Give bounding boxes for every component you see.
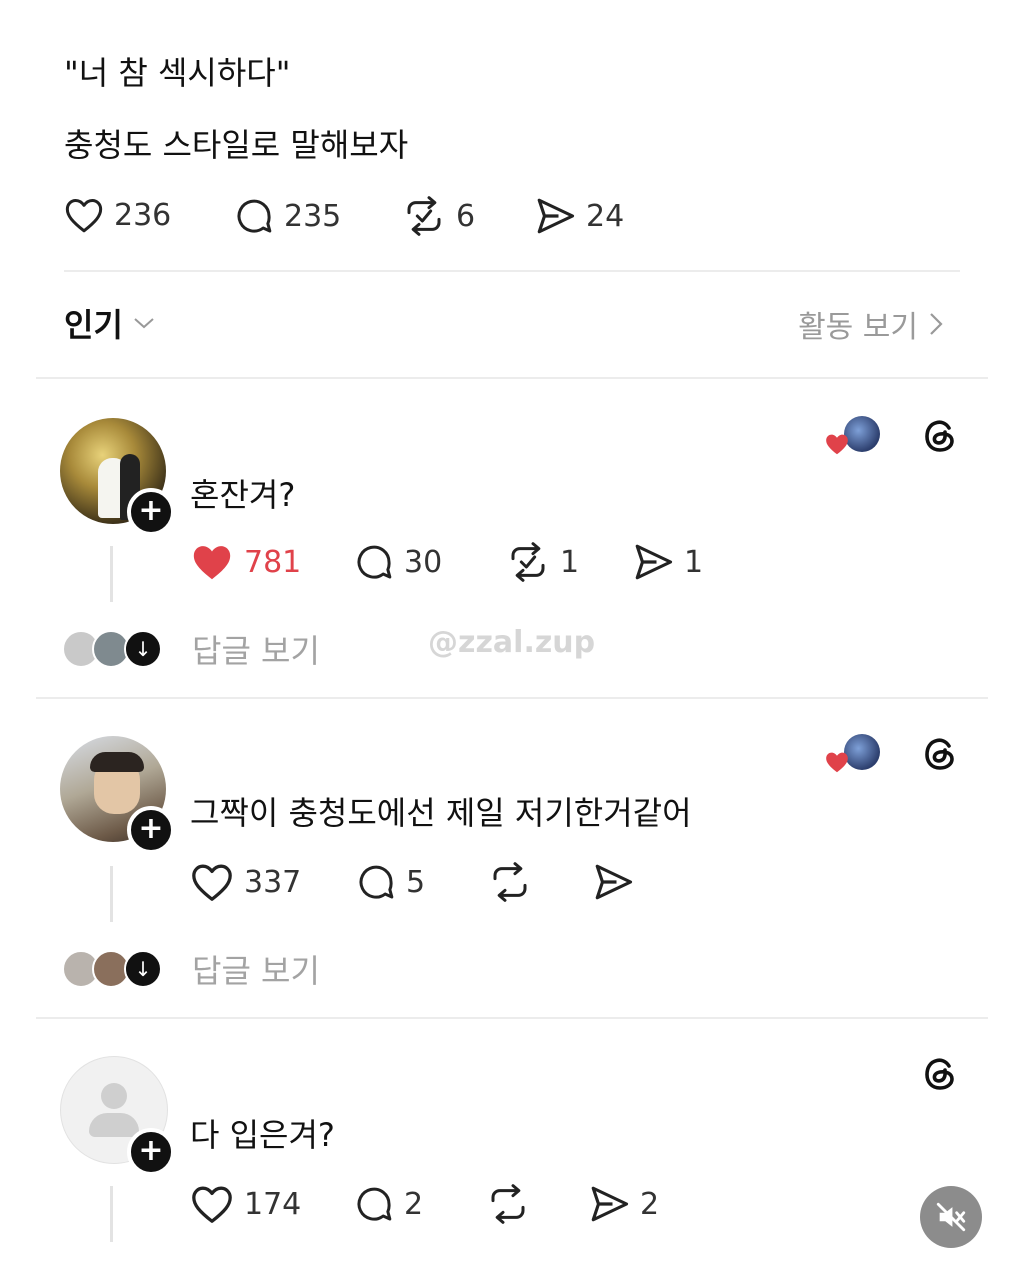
post-like-count: 236: [114, 197, 172, 233]
repost-icon: [407, 196, 441, 236]
threads-icon[interactable]: [920, 1054, 960, 1094]
comment-2-view-replies[interactable]: 답글 보기: [192, 946, 320, 992]
comment-2-reply-button[interactable]: 5: [356, 862, 425, 902]
comment-1-text: 혼잔겨?: [190, 476, 296, 514]
expand-replies-icon[interactable]: ↓: [124, 630, 162, 668]
comment-1-view-replies[interactable]: 답글 보기: [192, 626, 320, 672]
comment-1-reply-button[interactable]: 30: [354, 542, 442, 582]
post-repost-button[interactable]: 6: [402, 196, 475, 236]
comment-1-like-count: 781: [244, 544, 302, 580]
comment-icon: [237, 199, 272, 233]
comment-2-like-button[interactable]: 337: [190, 862, 301, 902]
thread-line: [110, 546, 113, 602]
mute-button[interactable]: [920, 1186, 982, 1248]
comment-1-share-button[interactable]: 1: [632, 542, 703, 582]
comment-icon: [357, 1187, 392, 1221]
post-reply-button[interactable]: 235: [234, 196, 341, 236]
avatar-body: [89, 1113, 139, 1137]
sort-label: 인기: [64, 306, 123, 344]
author-liked-indicator: [822, 734, 882, 774]
thread-line: [110, 1186, 113, 1242]
repost-icon: [493, 862, 527, 902]
comment-3-reply-count: 2: [404, 1186, 424, 1222]
divider: [36, 377, 988, 379]
reply-avatars: ↓: [62, 950, 172, 988]
follow-plus-icon[interactable]: +: [127, 806, 175, 854]
comment-2-reply-count: 5: [406, 864, 426, 900]
mute-icon: [936, 1202, 966, 1232]
divider: [36, 1017, 988, 1019]
post-repost-count: 6: [456, 198, 476, 234]
author-liked-indicator: [822, 416, 882, 456]
threads-icon[interactable]: [920, 734, 960, 774]
chevron-down-icon: [134, 318, 154, 329]
comment-icon: [357, 545, 392, 579]
comment-1-repost-button[interactable]: 1: [506, 542, 579, 582]
sort-dropdown[interactable]: 인기: [64, 300, 155, 346]
comment-3-like-button[interactable]: 174: [190, 1184, 301, 1224]
comment-1-reply-count: 30: [404, 544, 443, 580]
threads-icon[interactable]: [920, 416, 960, 456]
comment-3-share-button[interactable]: 2: [588, 1184, 659, 1224]
avatar-hair: [90, 752, 144, 772]
expand-replies-icon[interactable]: ↓: [124, 950, 162, 988]
comment-3-text: 다 입은겨?: [190, 1116, 335, 1154]
share-icon: [595, 864, 633, 900]
watermark: @zzal.zup: [428, 625, 596, 660]
comment-3-share-count: 2: [640, 1186, 660, 1222]
heart-icon: [192, 1186, 232, 1223]
comment-1-repost-count: 1: [560, 544, 580, 580]
heart-icon: [65, 199, 103, 233]
share-icon: [591, 1186, 629, 1222]
post-caption: 충청도 스타일로 말해보자: [64, 126, 409, 164]
comment-3-repost-button[interactable]: [486, 1184, 530, 1224]
share-icon: [537, 198, 575, 234]
post-quote-line: "너 참 섹시하다": [64, 54, 291, 92]
view-activity-link[interactable]: 활동 보기: [798, 302, 944, 346]
comment-3-reply-button[interactable]: 2: [354, 1184, 423, 1224]
post-share-count: 24: [586, 198, 625, 234]
reply-avatars: ↓: [62, 630, 172, 668]
avatar-head: [101, 1083, 127, 1109]
comment-icon: [359, 865, 394, 899]
comment-2-like-count: 337: [244, 864, 302, 900]
divider: [64, 270, 960, 272]
comment-2-text: 그짝이 충청도에선 제일 저기한거같어: [190, 794, 692, 832]
chevron-right-icon: [930, 313, 943, 335]
post-reply-count: 235: [284, 198, 342, 234]
comment-3-like-count: 174: [244, 1186, 302, 1222]
repost-icon: [511, 542, 545, 582]
follow-plus-icon[interactable]: +: [127, 488, 175, 536]
comment-2-share-button[interactable]: [592, 862, 634, 902]
post-share-button[interactable]: 24: [534, 196, 624, 236]
comment-1-share-count: 1: [684, 544, 704, 580]
view-activity-label: 활동 보기: [798, 310, 918, 345]
heart-icon: [193, 546, 231, 580]
comment-2-repost-button[interactable]: [488, 862, 532, 902]
divider: [36, 697, 988, 699]
thread-line: [110, 866, 113, 922]
follow-plus-icon[interactable]: +: [127, 1128, 175, 1176]
comment-1-like-button[interactable]: 781: [190, 542, 301, 582]
share-icon: [635, 544, 673, 580]
heart-icon: [192, 864, 232, 901]
repost-icon: [491, 1184, 525, 1224]
post-like-button[interactable]: 236: [64, 196, 171, 234]
